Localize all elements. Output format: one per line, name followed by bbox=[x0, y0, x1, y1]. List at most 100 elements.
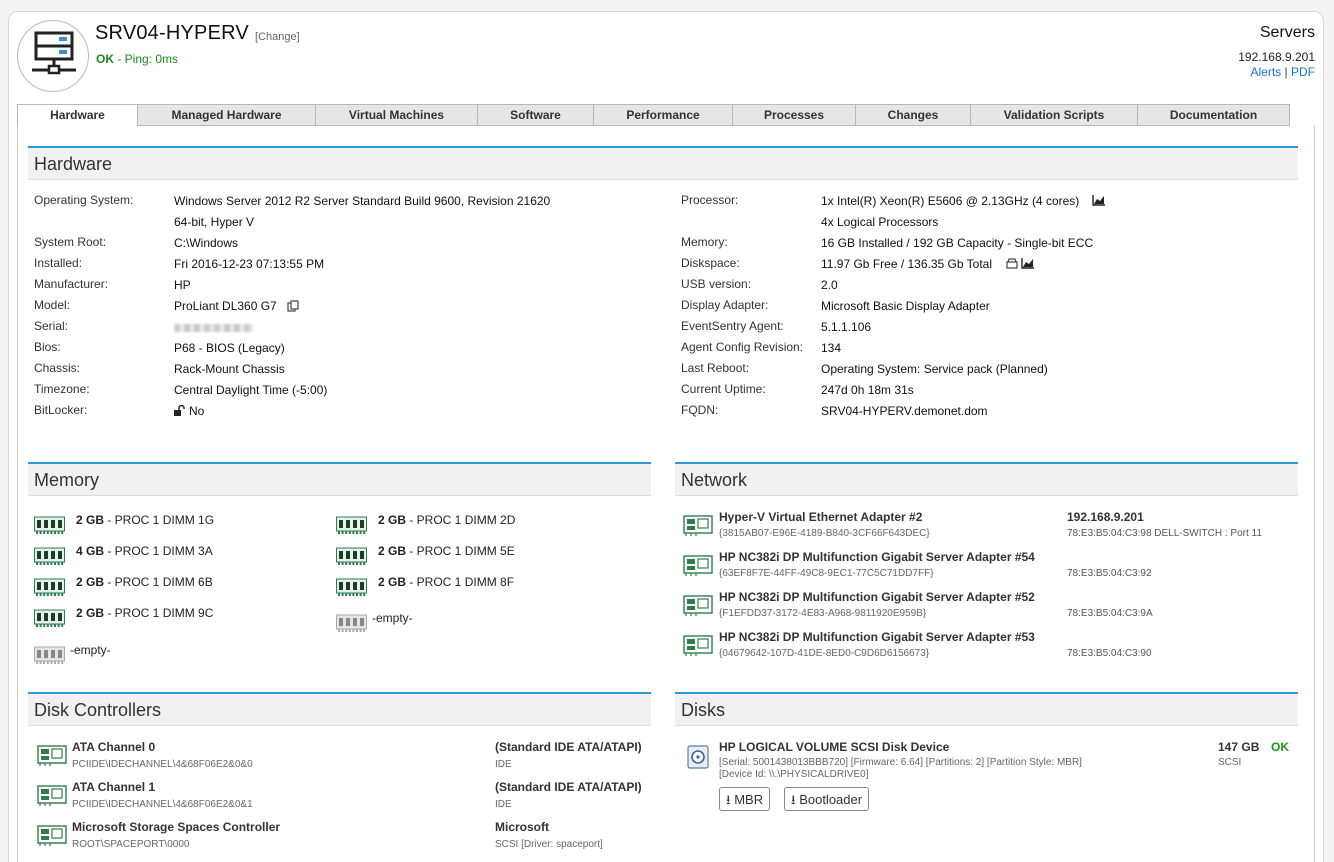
ram-icon bbox=[34, 578, 65, 597]
tab-documentation[interactable]: Documentation bbox=[1137, 104, 1290, 126]
tab-changes[interactable]: Changes bbox=[855, 104, 971, 126]
ip-address: 192.168.9.201 bbox=[1238, 50, 1315, 64]
adapter-name: Hyper-V Virtual Ethernet Adapter #2 bbox=[719, 510, 923, 524]
network-card-icon bbox=[683, 513, 713, 537]
network-heading: Network bbox=[675, 464, 1298, 496]
mbr-button-label: MBR bbox=[734, 792, 764, 807]
memory-slot: 2 GB - PROC 1 DIMM 6B bbox=[76, 575, 213, 589]
alerts-link[interactable]: Alerts bbox=[1251, 65, 1282, 79]
memory-slot: 4 GB - PROC 1 DIMM 3A bbox=[76, 544, 213, 558]
root-value: C:\Windows bbox=[174, 236, 239, 250]
empty-slot-icon bbox=[34, 646, 65, 665]
agent-key: EventSentry Agent: bbox=[681, 319, 784, 333]
bitlocker-key: BitLocker: bbox=[34, 403, 88, 417]
adapter-name: HP NC382i DP Multifunction Gigabit Serve… bbox=[719, 550, 1035, 564]
network-card-icon bbox=[683, 593, 713, 617]
config-value: 134 bbox=[821, 341, 842, 355]
empty-slot-icon bbox=[336, 614, 367, 633]
hostname-title: SRV04-HYPERV bbox=[95, 22, 249, 44]
network-card-icon bbox=[683, 553, 713, 577]
uptime-key: Current Uptime: bbox=[681, 382, 766, 396]
header-links: Alerts | PDF bbox=[1251, 65, 1316, 79]
usb-key: USB version: bbox=[681, 277, 752, 291]
model-value: ProLiant DL360 G7 bbox=[174, 299, 277, 313]
diskspace-chart-icon[interactable] bbox=[1021, 257, 1035, 269]
timezone-key: Timezone: bbox=[34, 382, 90, 396]
uptime-value: 247d 0h 18m 31s bbox=[821, 383, 914, 397]
adapter-name: HP NC382i DP Multifunction Gigabit Serve… bbox=[719, 590, 1035, 604]
tab-software[interactable]: Software bbox=[477, 104, 594, 126]
memory-slot-label: - PROC 1 DIMM 2D bbox=[406, 513, 516, 527]
status-ok: OK bbox=[96, 52, 114, 66]
ram-icon bbox=[34, 547, 65, 566]
bootloader-button[interactable]: ⭳ Bootloader bbox=[784, 787, 870, 811]
processor-key: Processor: bbox=[681, 193, 739, 207]
disks-heading: Disks bbox=[675, 694, 1298, 726]
tab-hardware[interactable]: Hardware bbox=[17, 104, 138, 127]
ping-status: OK - Ping: 0ms bbox=[96, 52, 178, 66]
ram-icon bbox=[336, 547, 367, 566]
controller-icon bbox=[37, 783, 67, 807]
memory-heading: Memory bbox=[28, 464, 651, 496]
tab-processes[interactable]: Processes bbox=[732, 104, 856, 126]
disk-detail-1: [Serial: 5001438013BBB720] [Firmware: 6.… bbox=[719, 757, 1082, 768]
controller-icon bbox=[37, 743, 67, 767]
memory-size: 2 GB bbox=[378, 544, 407, 558]
os-key: Operating System: bbox=[34, 193, 134, 207]
adapter-guid: {F1EFDD37-3172-4E83-A968-9811920E959B} bbox=[719, 608, 927, 619]
adapter-name: HP NC382i DP Multifunction Gigabit Serve… bbox=[719, 630, 1035, 644]
pdf-link[interactable]: PDF bbox=[1291, 65, 1315, 79]
tab-performance[interactable]: Performance bbox=[593, 104, 733, 126]
controller-path: PCIIDE\IDECHANNEL\4&68F06E2&0&1 bbox=[72, 799, 253, 810]
ram-icon bbox=[336, 516, 367, 535]
tab-virtual-machines[interactable]: Virtual Machines bbox=[315, 104, 478, 126]
diskspace-key: Diskspace: bbox=[681, 256, 740, 270]
disk-status: OK bbox=[1271, 740, 1289, 754]
ram-icon bbox=[34, 516, 65, 535]
display-value: Microsoft Basic Display Adapter bbox=[821, 299, 990, 313]
controller-vendor: (Standard IDE ATA/ATAPI) bbox=[495, 780, 642, 794]
ram-icon bbox=[34, 609, 65, 628]
memory-slot-label: - PROC 1 DIMM 3A bbox=[104, 544, 213, 558]
memory-slot-label: - PROC 1 DIMM 6B bbox=[104, 575, 213, 589]
processor-value: 1x Intel(R) Xeon(R) E5606 @ 2.13GHz (4 c… bbox=[821, 194, 1080, 208]
bootloader-button-label: Bootloader bbox=[799, 792, 863, 807]
chassis-value: Rack-Mount Chassis bbox=[174, 362, 285, 376]
change-link[interactable]: [Change] bbox=[255, 31, 300, 43]
adapter-mac: 78:E3:B5:04:C3:92 bbox=[1067, 568, 1152, 579]
download-icon: ⭳ bbox=[726, 792, 731, 807]
display-key: Display Adapter: bbox=[681, 298, 769, 312]
tab-validation-scripts[interactable]: Validation Scripts bbox=[970, 104, 1138, 126]
memory-size: 2 GB bbox=[378, 513, 407, 527]
fqdn-value: SRV04-HYPERV.demonet.dom bbox=[821, 404, 988, 418]
disk-icon[interactable] bbox=[1006, 258, 1018, 269]
serial-key: Serial: bbox=[34, 319, 69, 333]
tab-managed-hardware[interactable]: Managed Hardware bbox=[137, 104, 316, 126]
ram-icon bbox=[336, 578, 367, 597]
harddisk-icon bbox=[687, 745, 709, 769]
memory-size: 4 GB bbox=[76, 544, 105, 558]
bitlocker-value: No bbox=[189, 404, 205, 418]
mbr-button[interactable]: ⭳ MBR bbox=[719, 787, 771, 811]
adapter-mac: 78:E3:B5:04:C3:9A bbox=[1067, 608, 1153, 619]
memory-slot-label: -empty- bbox=[70, 643, 111, 657]
memory-slot: 2 GB - PROC 1 DIMM 2D bbox=[378, 513, 515, 527]
controller-path: PCIIDE\IDECHANNEL\4&68F06E2&0&0 bbox=[72, 759, 253, 770]
memory-section: Memory bbox=[28, 462, 651, 672]
memory-size: 2 GB bbox=[76, 513, 105, 527]
memory-slot-label: - PROC 1 DIMM 5E bbox=[406, 544, 515, 558]
hardware-heading: Hardware bbox=[28, 148, 1298, 180]
server-icon bbox=[32, 31, 76, 75]
root-key: System Root: bbox=[34, 235, 107, 249]
memory-slot: 2 GB - PROC 1 DIMM 1G bbox=[76, 513, 214, 527]
chart-icon[interactable] bbox=[1092, 194, 1106, 206]
controller-icon bbox=[37, 823, 67, 847]
diskspace-value: 11.97 Gb Free / 136.35 Gb Total bbox=[821, 257, 992, 271]
timezone-value: Central Daylight Time (-5:00) bbox=[174, 383, 328, 397]
installed-value: Fri 2016-12-23 07:13:55 PM bbox=[174, 257, 325, 271]
copy-icon[interactable] bbox=[287, 300, 299, 312]
reboot-key: Last Reboot: bbox=[681, 361, 750, 375]
os-value2: 64-bit, Hyper V bbox=[174, 215, 255, 229]
memory-slot-label: - PROC 1 DIMM 9C bbox=[104, 606, 214, 620]
controller-vendor: (Standard IDE ATA/ATAPI) bbox=[495, 740, 642, 754]
